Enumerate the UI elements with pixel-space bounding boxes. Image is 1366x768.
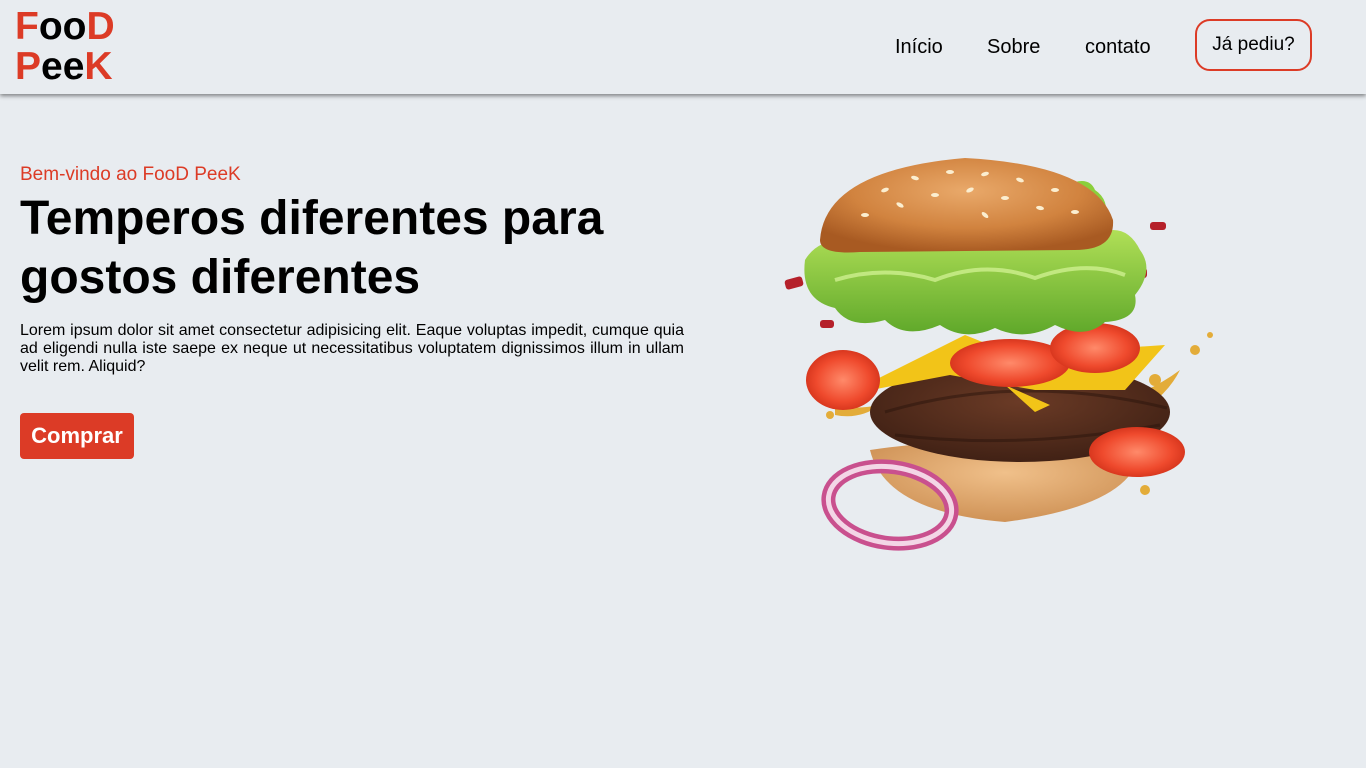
order-status-button[interactable]: Já pediu? [1195,19,1312,71]
main-nav: Início Sobre contato Já pediu? [766,0,1366,94]
logo-line-1: FooD [15,7,115,47]
hero-headline: Temperos diferentes para gostos diferent… [20,192,604,304]
site-logo[interactable]: FooD PeeK [15,7,115,87]
logo-letter-p: P [15,45,42,88]
logo-letters-ee: ee [41,45,85,88]
burger-image [784,158,1213,551]
hero-section: Bem-vindo ao FooD PeeK Temperos diferent… [20,163,690,376]
nav-link-sobre[interactable]: Sobre [987,36,1040,58]
top-bun [820,158,1114,253]
logo-letters-oo: oo [38,5,87,48]
buy-button[interactable]: Comprar [20,413,134,459]
logo-line-2: PeeK [15,47,115,87]
logo-letter-d: D [86,5,115,48]
logo-letter-f: F [15,5,39,48]
welcome-text: Bem-vindo ao FooD PeeK [20,164,241,185]
hero-description: Lorem ipsum dolor sit amet consectetur a… [20,322,684,375]
site-header: FooD PeeK Início Sobre contato Já pediu? [0,0,1366,94]
logo-letter-k: K [84,45,113,88]
nav-link-inicio[interactable]: Início [895,36,943,58]
nav-link-contato[interactable]: contato [1085,36,1151,58]
